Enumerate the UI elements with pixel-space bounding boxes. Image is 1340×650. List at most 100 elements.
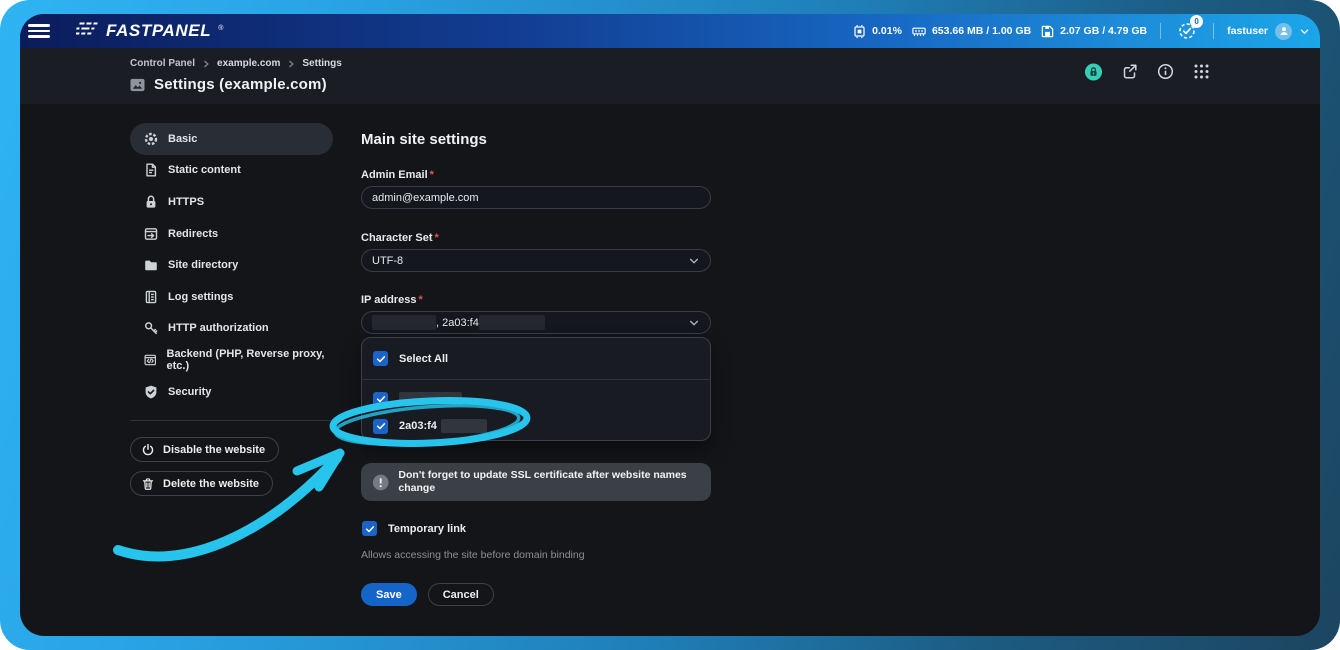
breadcrumb: Control Panel example.com Settings	[130, 58, 342, 69]
delete-website-label: Delete the website	[163, 478, 259, 490]
info-icon	[1157, 63, 1174, 80]
folder-icon	[143, 257, 159, 273]
ip-option-1[interactable]	[362, 387, 710, 411]
cancel-button[interactable]: Cancel	[428, 583, 494, 606]
disable-website-label: Disable the website	[163, 444, 265, 456]
sidebar-item-security[interactable]: Security	[130, 376, 333, 408]
checkbox-checked[interactable]	[362, 521, 377, 536]
info-button[interactable]	[1156, 62, 1175, 81]
shield-icon	[143, 384, 159, 400]
sidebar-divider	[130, 420, 333, 421]
temporary-link-toggle[interactable]: Temporary link	[362, 521, 466, 536]
gear-icon	[143, 131, 159, 147]
menu-icon[interactable]	[28, 24, 50, 38]
logo-reg-mark: ®	[218, 25, 223, 32]
ram-value: 653.66 MB / 1.00 GB	[932, 25, 1031, 37]
ip-option-2[interactable]: 2a03:f4	[362, 414, 710, 438]
sidebar-item-label: Redirects	[168, 228, 218, 240]
topbar-stats: 0.01% 653.66 MB / 1.00 GB	[852, 19, 1310, 43]
checkbox-checked[interactable]	[373, 351, 388, 366]
admin-email-input[interactable]	[361, 186, 711, 209]
redacted-ip-box	[441, 419, 487, 433]
sidebar-item-label: Site directory	[168, 259, 238, 271]
apps-grid-button[interactable]	[1192, 62, 1211, 81]
username: fastuser	[1227, 25, 1268, 37]
charset-label: Character Set*	[361, 232, 439, 244]
user-menu[interactable]: fastuser	[1227, 23, 1310, 40]
redacted-ip-box	[479, 315, 545, 330]
chevron-down-icon	[688, 255, 700, 267]
charset-select[interactable]: UTF-8	[361, 249, 711, 272]
sidebar-item-log-settings[interactable]: Log settings	[130, 281, 333, 313]
disable-website-button[interactable]: Disable the website	[130, 437, 279, 462]
site-status-button[interactable]	[1084, 62, 1103, 81]
sidebar-item-https[interactable]: HTTPS	[130, 186, 333, 218]
apps-grid-icon	[1193, 63, 1210, 80]
main-content: Main site settings Admin Email* Characte…	[361, 14, 713, 636]
file-icon	[143, 162, 159, 178]
sidebar-item-backend[interactable]: Backend (PHP, Reverse proxy, etc.)	[130, 344, 333, 376]
admin-email-label: Admin Email*	[361, 169, 434, 181]
required-mark: *	[430, 169, 434, 181]
sidebar-item-label: Static content	[168, 164, 241, 176]
redacted-ip-box	[399, 392, 462, 406]
fastpanel-logo[interactable]: FASTPANEL ®	[76, 21, 222, 41]
breadcrumb-control-panel[interactable]: Control Panel	[130, 58, 195, 69]
logo-text: FASTPANEL	[106, 21, 211, 41]
topbar-separator	[1213, 23, 1214, 39]
sidebar-item-http-authorization[interactable]: HTTP authorization	[130, 313, 333, 345]
log-icon	[143, 289, 159, 305]
ip-address-select[interactable]: , 2a03:f4	[361, 311, 711, 334]
ram-icon	[911, 24, 927, 39]
sidebar-item-label: Log settings	[168, 291, 233, 303]
external-link-icon	[1121, 63, 1138, 80]
open-site-button[interactable]	[1120, 62, 1139, 81]
required-mark: *	[418, 294, 422, 306]
avatar	[1275, 23, 1292, 40]
ip-dropdown-panel: Select All 2a03:f	[361, 337, 711, 441]
sidebar-item-redirects[interactable]: Redirects	[130, 218, 333, 250]
ssl-alert-text: Don't forget to update SSL certificate a…	[398, 469, 699, 494]
checkbox-checked[interactable]	[373, 392, 388, 407]
notifications-button[interactable]: 0	[1174, 19, 1200, 43]
disk-icon	[1040, 24, 1055, 39]
redirect-icon	[143, 226, 159, 242]
chevron-down-icon	[1299, 26, 1310, 37]
topbar-separator	[1160, 23, 1161, 39]
sidebar-item-site-directory[interactable]: Site directory	[130, 249, 333, 281]
temporary-link-hint: Allows accessing the site before domain …	[361, 549, 585, 561]
sidebar: Basic Static content HTTPS	[130, 123, 333, 505]
check-icon	[376, 354, 386, 364]
section-heading: Main site settings	[361, 131, 487, 148]
logo-sliders-icon	[76, 21, 100, 36]
lock-icon	[143, 194, 159, 210]
select-all-option[interactable]: Select All	[362, 338, 710, 380]
sidebar-item-label: Backend (PHP, Reverse proxy, etc.)	[167, 348, 334, 372]
check-icon	[365, 524, 375, 534]
cpu-value: 0.01%	[872, 25, 902, 37]
cpu-usage: 0.01%	[852, 24, 902, 39]
redacted-ip-box	[372, 315, 436, 330]
cpu-icon	[852, 24, 867, 39]
sidebar-item-basic[interactable]: Basic	[130, 123, 333, 155]
title-row: Settings (example.com)	[130, 76, 327, 93]
disk-usage: 2.07 GB / 4.79 GB	[1040, 24, 1147, 39]
delete-website-button[interactable]: Delete the website	[130, 471, 273, 496]
site-image-icon	[130, 78, 145, 92]
sidebar-item-label: Security	[168, 386, 211, 398]
chevron-down-icon	[688, 317, 700, 329]
breadcrumb-settings[interactable]: Settings	[302, 58, 341, 69]
sidebar-item-static-content[interactable]: Static content	[130, 155, 333, 187]
page-title: Settings (example.com)	[154, 76, 327, 93]
check-icon	[376, 394, 386, 404]
save-button[interactable]: Save	[361, 583, 417, 606]
desktop-background: FASTPANEL ® 0.01%	[0, 0, 1340, 650]
breadcrumb-domain[interactable]: example.com	[217, 58, 280, 69]
checkbox-checked[interactable]	[373, 419, 388, 434]
lock-status-icon	[1084, 62, 1103, 82]
form-actions: Save Cancel	[361, 583, 494, 606]
app-window: FASTPANEL ® 0.01%	[20, 14, 1320, 636]
ip-visible-value: , 2a03:f4	[436, 317, 479, 329]
user-icon	[1278, 25, 1290, 37]
header-actions	[1084, 62, 1211, 81]
